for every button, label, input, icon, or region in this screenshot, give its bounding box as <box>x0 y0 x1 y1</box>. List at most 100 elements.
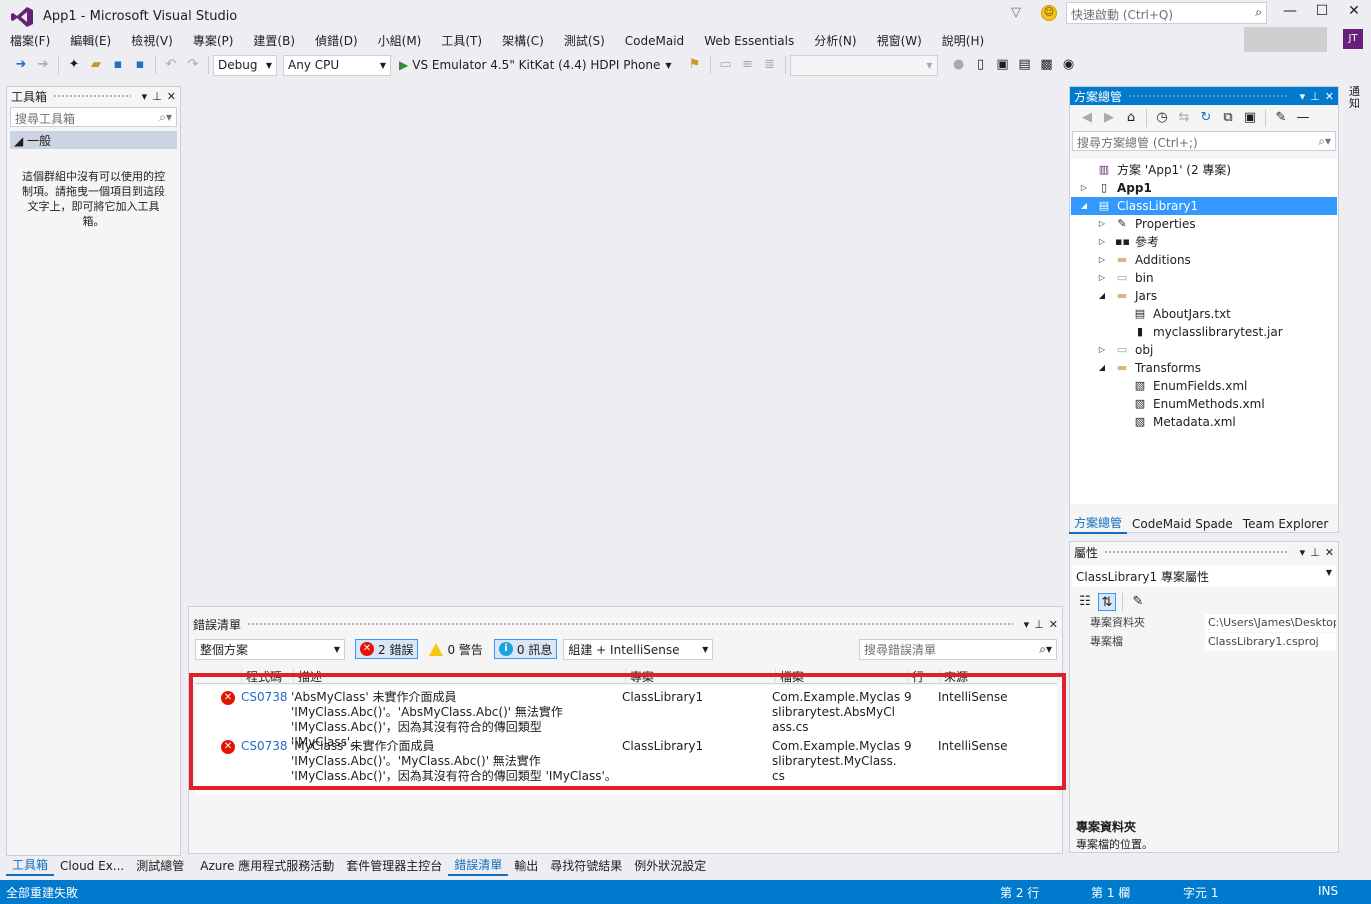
save-icon[interactable]: ▪ <box>109 56 127 74</box>
properties-object-selector[interactable]: ClassLibrary1 專案屬性 ▼ <box>1072 565 1336 587</box>
preview-icon[interactable]: — <box>1294 109 1312 127</box>
menu-item[interactable]: 專案(P) <box>183 32 244 50</box>
error-scope-dropdown[interactable]: 整個方案 ▼ <box>195 638 345 660</box>
bottom-tab[interactable]: 錯誤清單 <box>448 856 509 876</box>
solution-explorer-search-input[interactable]: 搜尋方案總管 (Ctrl+;) ⌕▾ <box>1072 131 1336 151</box>
pin-icon[interactable]: ⊥ <box>1310 546 1320 559</box>
expand-arrow-icon[interactable]: ▷ <box>1079 179 1089 197</box>
menu-item[interactable]: 測試(S) <box>554 32 615 50</box>
new-project-icon[interactable]: ✦ <box>65 56 83 74</box>
bottom-tab[interactable]: 例外狀況設定 <box>628 857 712 875</box>
tree-node[interactable]: ◢ ▬ Transforms <box>1071 359 1337 377</box>
collapse-arrow-icon[interactable]: ◢ <box>1097 359 1107 377</box>
menu-item[interactable]: 說明(H) <box>932 32 994 50</box>
build-filter-dropdown[interactable]: 組建 + IntelliSense ▼ <box>563 638 714 660</box>
menu-item[interactable]: 小組(M) <box>368 32 432 50</box>
android-device-icon[interactable]: ▣ <box>994 56 1012 74</box>
solution-explorer-tab[interactable]: Team Explorer <box>1238 515 1334 533</box>
tree-node[interactable]: ▮ myclasslibrarytest.jar <box>1071 323 1337 341</box>
device-log-icon[interactable]: ▯ <box>972 56 990 74</box>
menu-item[interactable]: Web Essentials <box>694 32 804 50</box>
tree-node[interactable]: ▤ AboutJars.txt <box>1071 305 1337 323</box>
pin-icon[interactable]: ⊥ <box>1310 90 1320 103</box>
back-icon[interactable]: ◀ <box>1078 109 1096 127</box>
property-pages-wrench-icon[interactable]: ✎ <box>1129 593 1147 611</box>
chevron-down-icon[interactable]: ▾ <box>1024 618 1030 631</box>
menu-item[interactable]: 建置(B) <box>243 32 305 50</box>
properties-wrench-icon[interactable]: ✎ <box>1272 109 1290 127</box>
user-account-area[interactable] <box>1244 27 1327 52</box>
menu-item[interactable]: 編輯(E) <box>60 32 121 50</box>
close-icon[interactable]: ✕ <box>1325 546 1334 559</box>
start-debugging-button[interactable]: ▶ VS Emulator 4.5" KitKat (4.4) HDPI Pho… <box>399 58 672 72</box>
toolbox-search-input[interactable]: 搜尋工具箱 ⌕▾ <box>10 107 177 127</box>
menu-item[interactable]: 檔案(F) <box>0 32 60 50</box>
close-icon[interactable]: ✕ <box>167 90 176 103</box>
open-file-icon[interactable]: ▰ <box>87 56 105 74</box>
expand-arrow-icon[interactable]: ▷ <box>1097 233 1107 251</box>
minimize-button[interactable]: — <box>1275 3 1305 23</box>
solution-platform-dropdown[interactable]: Any CPU ▼ <box>283 54 391 76</box>
pin-icon[interactable]: ⊥ <box>1034 618 1044 631</box>
home-icon[interactable]: ⌂ <box>1122 109 1140 127</box>
bottom-tab[interactable]: 套件管理器主控台 <box>340 857 448 875</box>
bottom-tab[interactable]: 工具箱 <box>6 856 55 876</box>
find-dropdown[interactable]: ▼ <box>789 54 938 76</box>
tree-node[interactable]: ▧ EnumMethods.xml <box>1071 395 1337 413</box>
menu-item[interactable]: 分析(N) <box>804 32 866 50</box>
sync-icon[interactable]: ⇆ <box>1175 109 1193 127</box>
collapse-arrow-icon[interactable]: ◢ <box>1097 287 1107 305</box>
expand-arrow-icon[interactable]: ▷ <box>1097 269 1107 287</box>
menu-item[interactable]: 工具(T) <box>431 32 492 50</box>
bottom-tab[interactable]: Azure 應用程式服務活動 <box>194 857 340 875</box>
collapse-all-icon[interactable]: ⧉ <box>1219 109 1237 127</box>
notifications-tab[interactable]: 通知 <box>1349 86 1363 110</box>
toolbox-group-general[interactable]: ◢ 一般 <box>10 131 177 149</box>
pending-changes-icon[interactable]: ◷ <box>1153 109 1171 127</box>
undo-icon[interactable]: ↶ <box>162 56 180 74</box>
chevron-down-icon[interactable]: ▾ <box>142 90 148 103</box>
document-icon[interactable]: ▭ <box>717 56 735 74</box>
tree-node[interactable]: ▷ ▪▪ 參考 <box>1071 233 1337 251</box>
expand-arrow-icon[interactable]: ▷ <box>1097 341 1107 359</box>
comment-icon[interactable]: ≡ <box>739 56 757 74</box>
redo-icon[interactable]: ↷ <box>184 56 202 74</box>
tree-node[interactable]: ◢ ▬ Jars <box>1071 287 1337 305</box>
categorized-icon[interactable]: ☷ <box>1076 593 1094 611</box>
chevron-down-icon[interactable]: ▾ <box>1300 90 1306 103</box>
panel-grip[interactable] <box>53 93 131 99</box>
expand-arrow-icon[interactable]: ▷ <box>1097 251 1107 269</box>
pin-icon[interactable]: ⊥ <box>152 90 162 103</box>
menu-item[interactable]: 視窗(W) <box>867 32 932 50</box>
panel-grip[interactable] <box>1104 549 1289 555</box>
tree-node[interactable]: ▧ Metadata.xml <box>1071 413 1337 431</box>
show-all-files-icon[interactable]: ▣ <box>1241 109 1259 127</box>
close-button[interactable]: ✕ <box>1339 3 1369 23</box>
attach-debugger-icon[interactable]: ● <box>950 56 968 74</box>
expand-arrow-icon[interactable]: ▷ <box>1097 215 1107 233</box>
tree-node[interactable]: ▧ EnumFields.xml <box>1071 377 1337 395</box>
save-all-icon[interactable]: ▪ <box>131 56 149 74</box>
maximize-button[interactable]: ☐ <box>1307 3 1337 23</box>
bottom-tab[interactable]: Cloud Ex... <box>54 857 130 875</box>
tree-node[interactable]: ▷ ▭ bin <box>1071 269 1337 287</box>
tree-node[interactable]: ▷ ✎ Properties <box>1071 215 1337 233</box>
tree-node[interactable]: ▷ ▬ Additions <box>1071 251 1337 269</box>
chevron-down-icon[interactable]: ▾ <box>1300 546 1306 559</box>
bottom-tab[interactable]: 測試總管 <box>130 857 190 875</box>
solution-explorer-tab[interactable]: 方案總管 <box>1069 514 1128 534</box>
menu-item[interactable]: 架構(C) <box>492 32 554 50</box>
alphabetical-icon[interactable]: ⇅ <box>1098 593 1116 611</box>
forward-icon[interactable]: ▶ <box>1100 109 1118 127</box>
bottom-tab[interactable]: 尋找符號結果 <box>544 857 628 875</box>
terminal-icon[interactable]: ▩ <box>1038 56 1056 74</box>
menu-item[interactable]: 檢視(V) <box>121 32 183 50</box>
find-in-files-icon[interactable]: ⚑ <box>686 56 704 74</box>
back-icon[interactable]: ➜ <box>12 56 30 74</box>
menu-item[interactable]: 偵錯(D) <box>305 32 368 50</box>
solution-explorer-tab[interactable]: CodeMaid Spade <box>1127 515 1238 533</box>
emulator-manager-icon[interactable]: ◉ <box>1060 56 1078 74</box>
panel-grip[interactable] <box>1128 93 1289 99</box>
warnings-filter-toggle[interactable]: 0 警告 <box>424 639 487 659</box>
tree-node[interactable]: ▥ 方案 'App1' (2 專案) <box>1071 161 1337 179</box>
